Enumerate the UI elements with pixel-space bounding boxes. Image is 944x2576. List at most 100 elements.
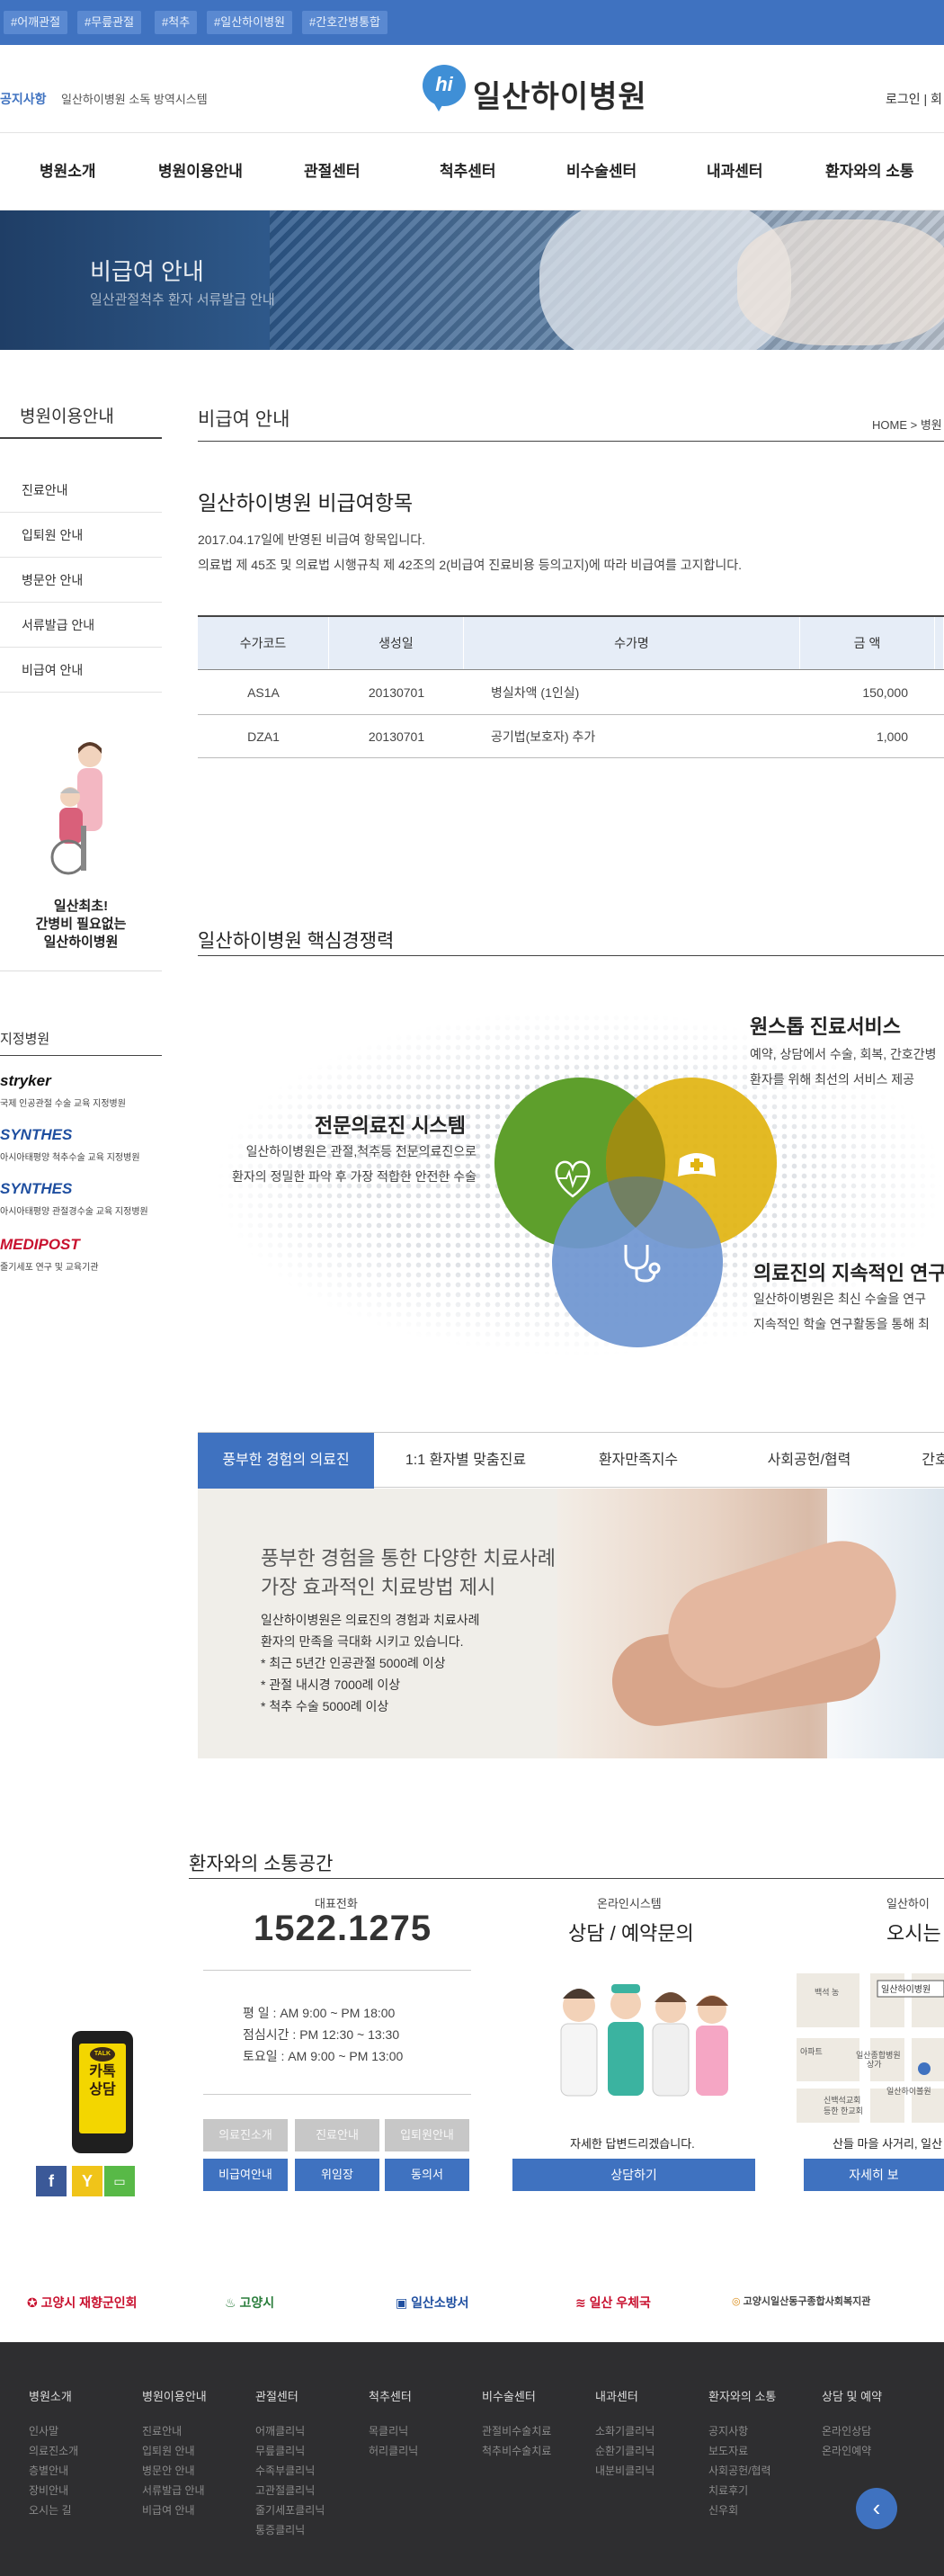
footer-link[interactable]: 무릎클리닉 [255,2443,305,2458]
feature-tabs: 풍부한 경험의 의료진 1:1 환자별 맞춤진료 환자만족지수 사회공헌/협력 … [198,1432,944,1489]
tab-nursing[interactable]: 간호 [899,1433,944,1489]
sidebar-item-clinic[interactable]: 진료안내 [0,468,162,513]
footer-heading[interactable]: 관절센터 [255,2387,298,2404]
footer-link[interactable]: 어깨클리닉 [255,2423,305,2438]
scroll-top-button[interactable]: ‹ [856,2488,897,2529]
footer-link[interactable]: 고관절클리닉 [255,2482,315,2498]
quick-staff-button[interactable]: 의료진소개 [203,2119,288,2151]
quick-consent-button[interactable]: 동의서 [385,2159,469,2191]
nav-item-nonsurgical[interactable]: 비수술센터 [566,158,637,181]
kakao-consult-widget[interactable]: TALK 카톡 상담 [72,2031,133,2153]
location-note: 산들 마을 사거리, 일산 하 [833,2137,944,2151]
footer-link[interactable]: 관절비수술치료 [482,2423,551,2438]
feature-onestop-text: 예약, 상담에서 수술, 회복, 간호간병 환자를 위해 최선의 서비스 제공 [750,1047,937,1087]
facebook-icon[interactable]: f [36,2166,67,2196]
partner-logos: ✪ 고양시 재향군인회 ♨ 고양시 ▣ 일산소방서 ≋ 일산 우체국 ◎ 고양시… [0,2267,944,2342]
approved-logo[interactable]: MEDIPOST [0,1236,80,1254]
partner-logo[interactable]: ▣ 일산소방서 [396,2294,469,2312]
nav-item-spine[interactable]: 척추센터 [440,158,496,181]
nav-item-guide[interactable]: 병원이용안내 [158,158,243,181]
footer-link[interactable]: 진료안내 [142,2423,182,2438]
partner-logo[interactable]: ♨ 고양시 [225,2294,274,2312]
footer-link[interactable]: 통증클리닉 [255,2522,305,2537]
footer-link[interactable]: 내분비클리닉 [595,2463,655,2478]
tag-link[interactable]: #일산하이병원 [207,11,292,34]
yellowid-icon[interactable]: Y [72,2166,102,2196]
footer-link[interactable]: 순환기클리닉 [595,2443,655,2458]
footer-link[interactable]: 보도자료 [708,2443,748,2458]
footer-link[interactable]: 공지사항 [708,2423,748,2438]
footer-link[interactable]: 소화기클리닉 [595,2423,655,2438]
footer-link[interactable]: 신우회 [708,2502,738,2518]
notice-ticker[interactable]: 일산하이병원 소독 방역시스템 [61,90,208,107]
feature-onestop-heading: 원스톱 진료서비스 [750,1015,902,1038]
approved-logo[interactable]: SYNTHES [0,1180,72,1198]
logo-bubble-tail [432,99,446,112]
footer-link[interactable]: 사회공헌/협력 [708,2463,771,2478]
footer-link[interactable]: 서류발급 안내 [142,2482,205,2498]
location-map[interactable]: 일산하이병원 백석 농 일산종합병원 상가 신백석교회 등한 한교회 일산하이볼… [797,1973,944,2123]
footer-heading[interactable]: 척추센터 [369,2387,412,2404]
tab-social-contribution[interactable]: 사회공헌/협력 [719,1433,899,1489]
sidebar-item-visit[interactable]: 병문안 안내 [0,558,162,603]
location-detail-button[interactable]: 자세히 보 [804,2159,944,2191]
footer-heading[interactable]: 비수술센터 [482,2387,536,2404]
feature-research-heading: 의료진의 지속적인 연구 [753,1262,944,1284]
footer-link[interactable]: 의료진소개 [29,2443,78,2458]
nav-item-joint[interactable]: 관절센터 [304,158,361,181]
login-link[interactable]: 로그인 | 회 [886,90,942,108]
footer-link[interactable]: 비급여 안내 [142,2502,195,2518]
site-logo[interactable]: hi 일산하이병원 [423,65,692,119]
sidebar-item-admission[interactable]: 입퇴원 안내 [0,513,162,558]
footer-link[interactable]: 오시는 길 [29,2502,72,2518]
map-label: 일산종합병원 [856,2051,901,2060]
site-footer: 병원소개인사말의료진소개층별안내장비안내오시는 길 병원이용안내진료안내입퇴원 안… [0,2342,944,2576]
quick-noncovered-button[interactable]: 비급여안내 [203,2159,288,2191]
sidebar-item-documents[interactable]: 서류발급 안내 [0,603,162,648]
approved-logo[interactable]: SYNTHES [0,1126,72,1144]
phone-number[interactable]: 1522.1275 [254,1909,432,1949]
footer-link[interactable]: 수족부클리닉 [255,2463,315,2478]
table-cell: 20130701 [368,685,425,700]
tag-link[interactable]: #무릎관절 [77,11,142,34]
caregiver-ad[interactable]: 일산최초! 간병비 필요없는 일산하이병원 [0,727,162,971]
footer-link[interactable]: 허리클리닉 [369,2443,418,2458]
footer-link[interactable]: 병문안 안내 [142,2463,195,2478]
partner-logo[interactable]: ✪ 고양시 재향군인회 [27,2294,138,2312]
footer-heading[interactable]: 병원소개 [29,2387,72,2404]
footer-link[interactable]: 온라인상담 [822,2423,871,2438]
footer-heading[interactable]: 내과센터 [595,2387,638,2404]
footer-link[interactable]: 층별안내 [29,2463,68,2478]
approved-logo[interactable]: stryker [0,1072,51,1090]
tab-experienced-staff[interactable]: 풍부한 경험의 의료진 [198,1433,374,1489]
footer-heading[interactable]: 환자와의 소통 [708,2387,776,2404]
breadcrumb[interactable]: HOME > 병원 [872,416,942,433]
consult-button[interactable]: 상담하기 [512,2159,755,2191]
tab-custom-care[interactable]: 1:1 환자별 맞춤진료 [374,1433,557,1489]
partner-logo[interactable]: ◎ 고양시일산동구종합사회복지관 [732,2294,870,2308]
footer-link[interactable]: 줄기세포클리닉 [255,2502,325,2518]
nav-item-communication[interactable]: 환자와의 소통 [825,158,914,181]
footer-link[interactable]: 온라인예약 [822,2443,871,2458]
line-icon[interactable]: ▭ [104,2166,135,2196]
tag-link[interactable]: #어깨관절 [4,11,68,34]
tab-satisfaction[interactable]: 환자만족지수 [557,1433,719,1489]
footer-heading[interactable]: 상담 및 예약 [822,2387,882,2404]
quick-admission-button[interactable]: 입퇴원안내 [385,2119,469,2151]
footer-link[interactable]: 치료후기 [708,2482,748,2498]
nav-item-internal[interactable]: 내과센터 [707,158,763,181]
footer-link[interactable]: 장비안내 [29,2482,68,2498]
sidebar-item-noncovered[interactable]: 비급여 안내 [0,648,162,693]
footer-link[interactable]: 인사말 [29,2423,58,2438]
footer-heading[interactable]: 병원이용안내 [142,2387,207,2404]
notice-label[interactable]: 공지사항 [0,90,47,108]
tag-link[interactable]: #척추 [155,11,198,34]
quick-proxy-button[interactable]: 위임장 [295,2159,379,2191]
tag-link[interactable]: #간호간병통합 [302,11,387,34]
footer-link[interactable]: 척추비수술치료 [482,2443,551,2458]
quick-clinic-button[interactable]: 진료안내 [295,2119,379,2151]
footer-link[interactable]: 목클리닉 [369,2423,408,2438]
footer-link[interactable]: 입퇴원 안내 [142,2443,195,2458]
nav-item-about[interactable]: 병원소개 [40,158,96,181]
partner-logo[interactable]: ≋ 일산 우체국 [575,2294,651,2312]
